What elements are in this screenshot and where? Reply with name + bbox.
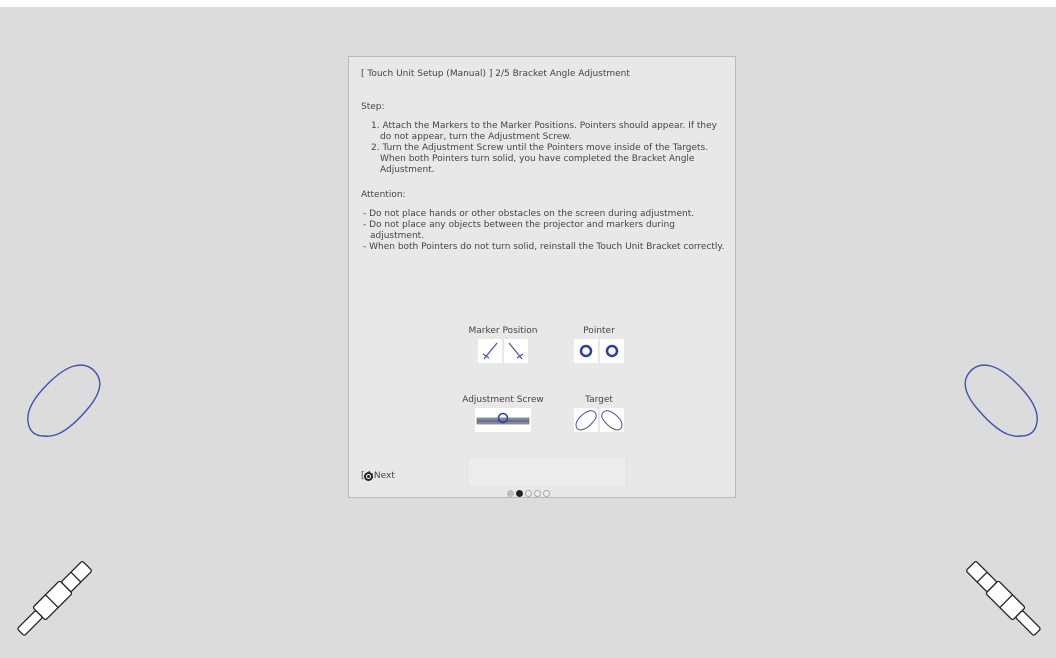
attention-item-3: - When both Pointers do not turn solid, … — [363, 242, 725, 252]
legend-target: Target — [569, 395, 629, 432]
legend-target-label: Target — [585, 395, 613, 405]
marker-position-left-icon — [478, 339, 502, 363]
left-marker-icon — [17, 561, 92, 636]
page-dot-4 — [534, 490, 541, 497]
dialog-title: [ Touch Unit Setup (Manual) ] 2/5 Bracke… — [361, 69, 630, 79]
page-dot-5 — [543, 490, 550, 497]
target-right-icon — [600, 408, 624, 432]
legend-marker-position: Marker Position — [459, 326, 547, 363]
pointer-left-icon — [574, 339, 598, 363]
attention-item-2: - Do not place any objects between the p… — [363, 220, 675, 241]
step-item-1: 1. Attach the Markers to the Marker Posi… — [371, 121, 717, 142]
attention-item-1: - Do not place hands or other obstacles … — [363, 209, 695, 219]
step-heading: Step: — [361, 102, 385, 112]
attention-heading: Attention: — [361, 190, 406, 200]
page-dot-2 — [516, 490, 523, 497]
legend-adjustment-screw-label: Adjustment Screw — [462, 395, 544, 405]
legend-adjustment-screw: Adjustment Screw — [455, 395, 551, 432]
message-area — [467, 457, 627, 487]
step-list: 1. Attach the Markers to the Marker Posi… — [361, 121, 725, 176]
right-marker-icon — [966, 561, 1041, 636]
legend-pointer-label: Pointer — [583, 326, 615, 336]
left-target-outline — [27, 364, 101, 437]
attention-list: - Do not place hands or other obstacles … — [361, 209, 725, 253]
page-dot-1 — [507, 490, 514, 497]
setup-dialog: [ Touch Unit Setup (Manual) ] 2/5 Bracke… — [348, 56, 736, 498]
page-indicator — [507, 490, 550, 497]
right-target-outline — [964, 364, 1038, 437]
next-hint[interactable]: [ ]:Next — [361, 471, 395, 481]
page-dot-3 — [525, 490, 532, 497]
step-item-2: 2. Turn the Adjustment Screw until the P… — [371, 143, 709, 175]
adjustment-screw-icon — [475, 408, 531, 432]
legend-marker-position-label: Marker Position — [468, 326, 538, 336]
legend-pointer: Pointer — [569, 326, 629, 363]
top-strip — [0, 0, 1056, 7]
target-left-icon — [574, 408, 598, 432]
circle-button-icon — [364, 472, 373, 481]
marker-position-right-icon — [504, 339, 528, 363]
pointer-right-icon — [600, 339, 624, 363]
